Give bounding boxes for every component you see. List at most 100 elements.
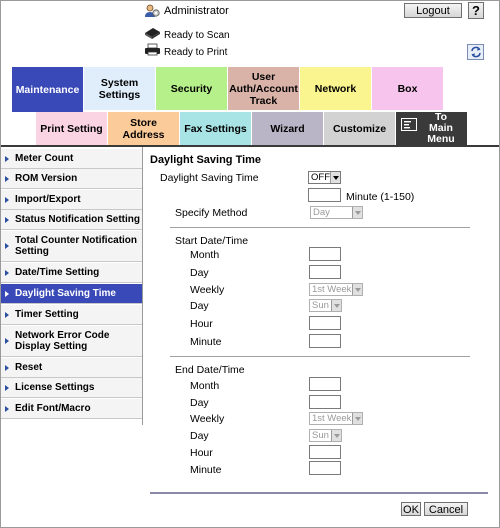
triangle-right-icon (5, 196, 9, 203)
sidebar-item-daylight-saving-time[interactable]: Daylight Saving Time (1, 284, 142, 304)
triangle-right-icon (5, 243, 9, 249)
sidebar-item-edit-font-macro[interactable]: Edit Font/Macro (1, 399, 142, 419)
triangle-right-icon (5, 290, 9, 297)
end-minute-input[interactable] (309, 461, 341, 475)
help-button[interactable]: ? (468, 2, 484, 19)
triangle-right-icon (5, 384, 9, 391)
sidebar-item-reset[interactable]: Reset (1, 358, 142, 378)
administrator-icon (144, 3, 160, 22)
dst-select[interactable]: OFF (308, 171, 341, 184)
start-hour-label: Hour (190, 318, 213, 330)
tab-box[interactable]: Box (372, 67, 444, 110)
divider (170, 356, 470, 357)
end-hour-label: Hour (190, 447, 213, 459)
chevron-down-icon (330, 172, 340, 183)
subtab-label: To Main Menu (427, 111, 455, 145)
start-hour-input[interactable] (309, 316, 341, 330)
end-dow-select[interactable]: Sun (309, 429, 342, 442)
sidebar-item-label: Date/Time Setting (15, 267, 100, 278)
start-weekly-value: 1st Week (312, 284, 352, 295)
minute-range-label: Minute (1-150) (346, 191, 415, 203)
scanner-icon (144, 27, 161, 43)
sidebar-item-label: Import/Export (15, 194, 81, 205)
ok-button[interactable]: OK (401, 502, 421, 516)
start-minute-label: Minute (190, 336, 222, 348)
start-month-label: Month (190, 249, 220, 261)
divider (170, 227, 470, 228)
main-menu-icon (401, 118, 417, 134)
end-datetime-header: End Date/Time (175, 364, 245, 376)
end-month-label: Month (190, 380, 220, 392)
chevron-down-icon (331, 430, 341, 441)
sidebar-item-rom-version[interactable]: ROM Version (1, 169, 142, 189)
end-day-input[interactable] (309, 395, 341, 409)
subtab-store-address[interactable]: Store Address (108, 112, 180, 145)
triangle-right-icon (5, 155, 9, 162)
end-day-label: Day (190, 397, 209, 409)
dst-label: Daylight Saving Time (160, 172, 259, 184)
sidebar-item-label: Network Error Code Display Setting (15, 330, 110, 352)
logout-button[interactable]: Logout (404, 3, 462, 18)
triangle-right-icon (5, 338, 9, 344)
end-hour-input[interactable] (309, 445, 341, 459)
tab-network[interactable]: Network (300, 67, 372, 110)
tab-maintenance[interactable]: Maintenance (12, 67, 84, 112)
specify-method-value: Day (313, 207, 330, 218)
start-dow-select[interactable]: Sun (309, 299, 342, 312)
sidebar-item-meter-count[interactable]: Meter Count (1, 149, 142, 169)
subtab-customize[interactable]: Customize (324, 112, 396, 145)
chevron-down-icon (352, 207, 362, 218)
chevron-down-icon (352, 284, 362, 295)
specify-method-select[interactable]: Day (310, 206, 363, 219)
sidebar-item-network-error-code-display-setting[interactable]: Network Error Code Display Setting (1, 326, 142, 357)
sidebar-item-date-time-setting[interactable]: Date/Time Setting (1, 263, 142, 283)
sidebar-item-label: ROM Version (15, 173, 78, 184)
sidebar-item-status-notification-setting[interactable]: Status Notification Setting (1, 210, 142, 230)
start-minute-input[interactable] (309, 334, 341, 348)
subtab-print-setting[interactable]: Print Setting (36, 112, 108, 145)
triangle-right-icon (5, 364, 9, 371)
triangle-right-icon (5, 216, 9, 223)
start-day-label: Day (190, 267, 209, 279)
bottom-divider (150, 492, 488, 494)
cancel-button[interactable]: Cancel (424, 502, 468, 516)
refresh-button[interactable] (467, 44, 484, 60)
tab-separator (1, 145, 499, 147)
tab-user-auth-account-track[interactable]: User Auth/Account Track (228, 67, 300, 110)
help-icon: ? (472, 3, 480, 18)
sidebar-item-total-counter-notification-setting[interactable]: Total Counter Notification Setting (1, 231, 142, 262)
sidebar-item-timer-setting[interactable]: Timer Setting (1, 305, 142, 325)
start-dow-label: Day (190, 300, 209, 312)
page-title: Daylight Saving Time (150, 154, 262, 166)
sidebar-item-label: Edit Font/Macro (15, 403, 91, 414)
end-weekly-select[interactable]: 1st Week (309, 412, 363, 425)
sidebar-item-label: Meter Count (15, 153, 74, 164)
triangle-right-icon (5, 269, 9, 276)
status-print: Ready to Print (164, 47, 228, 58)
start-dow-value: Sun (312, 300, 329, 311)
sidebar-item-label: Daylight Saving Time (15, 288, 116, 299)
sidebar-item-license-settings[interactable]: License Settings (1, 378, 142, 398)
chevron-down-icon (331, 300, 341, 311)
dst-select-value: OFF (311, 172, 330, 183)
start-weekly-select[interactable]: 1st Week (309, 283, 363, 296)
end-dow-value: Sun (312, 430, 329, 441)
subtab-wizard[interactable]: Wizard (252, 112, 324, 145)
end-month-input[interactable] (309, 377, 341, 391)
tab-system-settings[interactable]: System Settings (84, 67, 156, 110)
end-minute-label: Minute (190, 464, 222, 476)
start-datetime-header: Start Date/Time (175, 235, 249, 247)
sidebar-item-import-export[interactable]: Import/Export (1, 190, 142, 210)
dst-minute-input[interactable] (308, 188, 341, 202)
triangle-right-icon (5, 311, 9, 318)
subtab-fax-settings[interactable]: Fax Settings (180, 112, 252, 145)
end-weekly-value: 1st Week (312, 413, 352, 424)
start-day-input[interactable] (309, 265, 341, 279)
start-month-input[interactable] (309, 247, 341, 261)
subtab-to-main-menu[interactable]: To Main Menu (396, 112, 468, 145)
end-dow-label: Day (190, 430, 209, 442)
tab-security[interactable]: Security (156, 67, 228, 110)
status-scan: Ready to Scan (164, 30, 230, 41)
start-weekly-label: Weekly (190, 284, 225, 296)
sidebar-item-label: Status Notification Setting (15, 214, 140, 225)
